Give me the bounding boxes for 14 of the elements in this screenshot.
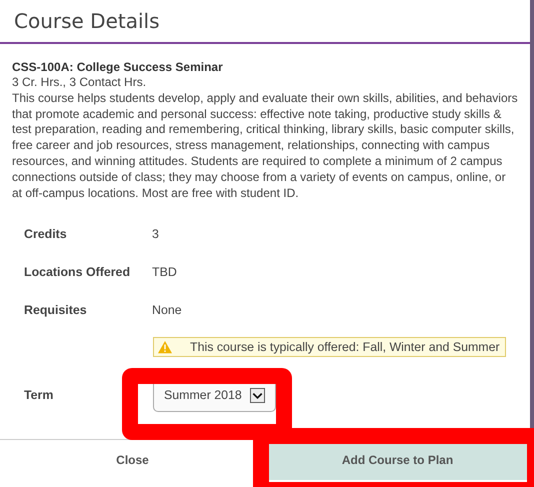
detail-label: Credits [23,227,68,242]
dialog-title: Course Details [14,8,161,35]
detail-value: None [152,303,182,318]
term-label: Term [23,388,54,402]
caret-icon [250,388,265,403]
course-heading: CSS-100A: College Success Seminar [12,60,224,75]
detail-label: Requisites [23,303,88,318]
notice-text: This course is typically offered: Fall, Winter and Summer [190,340,500,354]
detail-value: 3 [152,227,159,242]
detail-value: TBD [152,265,177,280]
course-hours: 3 Cr. Hrs., 3 Contact Hrs. [12,75,148,91]
warning-icon [158,341,172,354]
detail-label: Locations Offered [23,265,132,280]
course-description: This course helps students develop, apply and evaluate their own skills, abilities, and behaviors that promote academic and personal success: effective note taking, productive study skills & test preparation, reading and remembering, critical thinking, library skills, basic computer skills, free career and job resources, stress management, relationships, connecting with campus resources, and winning attitudes. Students are required to complete a minimum of 2 campus connections outside of class; they may choose from a variety of events on campus, online, or at off-campus locations. Most are free with student ID. [12,90,518,202]
